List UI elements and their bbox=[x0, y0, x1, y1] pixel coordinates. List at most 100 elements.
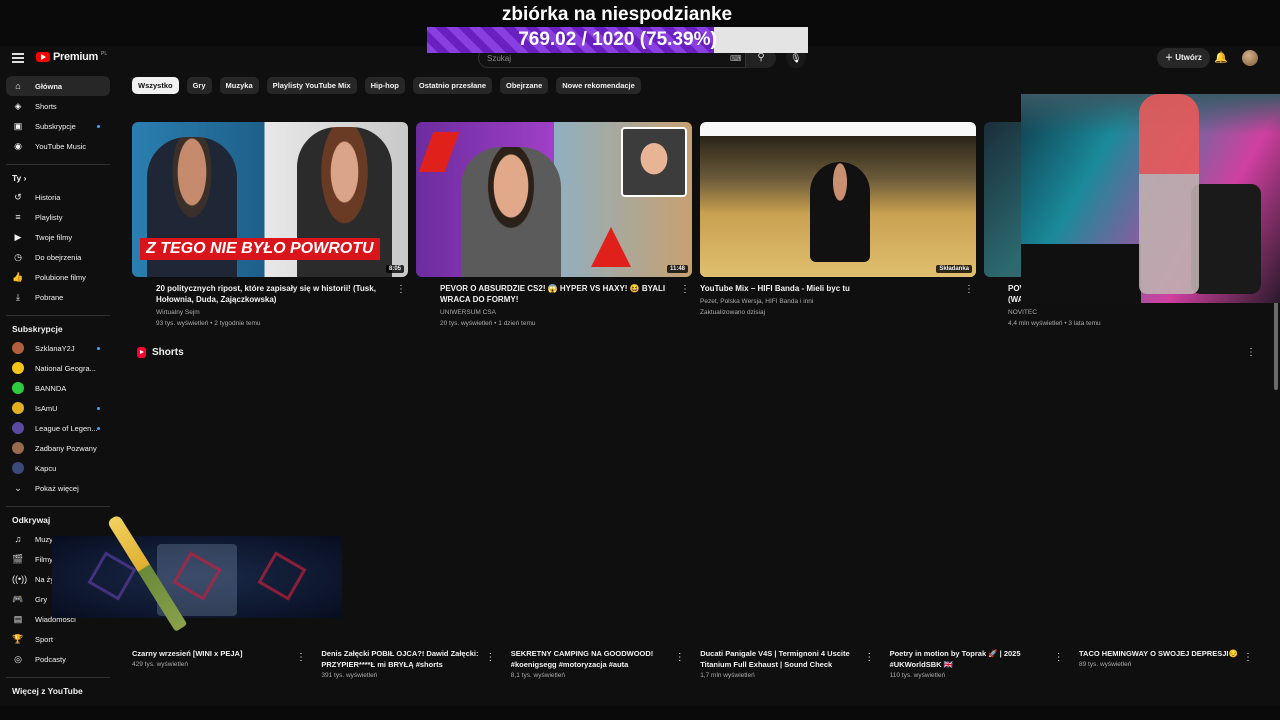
sidebar-item-you[interactable]: ↺ Historia bbox=[6, 187, 110, 207]
sidebar-icon: ⌂ bbox=[15, 81, 21, 91]
donation-goal-progress-bar: 769.02 / 1020 (75.39%) bbox=[427, 27, 808, 53]
short-card[interactable]: Czarny wrzesień [WINI x PEJA] 429 tys. wy… bbox=[132, 648, 312, 668]
more-options-icon[interactable]: ⋮ bbox=[1246, 347, 1256, 358]
youtube-logo[interactable]: Premium PL bbox=[36, 51, 107, 63]
sidebar-icon: 🎮 bbox=[12, 593, 24, 604]
sidebar-item-subs[interactable]: BANNDA bbox=[6, 378, 110, 398]
filter-chip[interactable]: Nowe rekomendacje bbox=[556, 77, 641, 94]
sidebar-item-label: Playlisty bbox=[35, 212, 63, 222]
sidebar-item-label: Sport bbox=[35, 634, 53, 644]
sidebar-item-you[interactable]: ⤓ Pobrane bbox=[6, 287, 110, 307]
sidebar-item-label: National Geogra... bbox=[35, 363, 96, 373]
sidebar-item-explore[interactable]: 🏆 Sport bbox=[6, 629, 110, 649]
filter-chip[interactable]: Gry bbox=[186, 77, 212, 94]
short-card[interactable]: Denis Załęcki POBIŁ OJCA?! Dawid Załęcki… bbox=[321, 648, 501, 679]
sidebar-item-main[interactable]: ⌂ Główna bbox=[6, 76, 110, 96]
new-content-dot bbox=[97, 406, 100, 410]
sidebar-icon: ⤓ bbox=[16, 291, 20, 302]
sidebar-item-main[interactable]: ◈ Shorts bbox=[6, 96, 110, 116]
sidebar-item-subs[interactable]: Zadbany Pozwany bbox=[6, 438, 110, 458]
filter-chip[interactable]: Wszystko bbox=[132, 77, 179, 94]
video-title[interactable]: YouTube Mix – HIFI Banda - Mieli byc tu bbox=[700, 283, 930, 294]
sidebar-item-label: Gry bbox=[35, 594, 48, 604]
short-stats: 89 tys. wyświetleń bbox=[1079, 661, 1132, 668]
filter-chip[interactable]: Playlisty YouTube Mix bbox=[266, 77, 357, 94]
short-title[interactable]: Ducati Panigale V4S | Termignoni 4 Uscit… bbox=[700, 648, 860, 670]
video-channel[interactable]: Pezet, Polska Wersja, HIFI Banda i inni bbox=[700, 296, 976, 307]
short-title[interactable]: Denis Załęcki POBIŁ OJCA?! Dawid Załęcki… bbox=[321, 648, 481, 670]
more-options-icon[interactable]: ⋮ bbox=[485, 652, 495, 663]
short-card[interactable]: Ducati Panigale V4S | Termignoni 4 Uscit… bbox=[700, 648, 880, 679]
donation-goal-text: 769.02 / 1020 (75.39%) bbox=[518, 29, 717, 50]
sidebar-item-subs[interactable]: SzklanaY2J bbox=[6, 338, 110, 358]
short-stats: 391 tys. wyświetleń bbox=[321, 672, 378, 679]
short-title[interactable]: Poetry in motion by Toprak 🚀 | 2025 #UKW… bbox=[890, 648, 1050, 670]
video-card[interactable]: Z TEGO NIE BYŁO POWROTU 8:05 20 politycz… bbox=[132, 122, 408, 329]
short-title[interactable]: Czarny wrzesień [WINI x PEJA] bbox=[132, 648, 292, 659]
more-options-icon[interactable]: ⋮ bbox=[680, 284, 690, 295]
sidebar-item-subs[interactable]: IsAmU bbox=[6, 398, 110, 418]
avatar[interactable] bbox=[1242, 50, 1258, 66]
video-thumbnail[interactable]: 11:48 bbox=[416, 122, 692, 277]
sidebar-heading-you[interactable]: Ty › bbox=[12, 173, 104, 183]
sidebar-item-you[interactable]: ◷ Do obejrzenia bbox=[6, 247, 110, 267]
keyboard-icon[interactable]: ⌨ bbox=[730, 54, 742, 63]
sidebar-divider bbox=[6, 164, 110, 165]
sidebar-item-explore[interactable]: ◎ Podcasty bbox=[6, 649, 110, 669]
show-more-button[interactable]: ⌄ Pokaż więcej bbox=[6, 478, 110, 498]
sidebar-icon: ≡ bbox=[15, 212, 21, 222]
sidebar-item-main[interactable]: ▣ Subskrypcje bbox=[6, 116, 110, 136]
channel-avatar bbox=[12, 342, 24, 354]
more-options-icon[interactable]: ⋮ bbox=[396, 284, 406, 295]
sidebar-item-subs[interactable]: Kapcu bbox=[6, 458, 110, 478]
filter-chips: Wszystko Gry Muzyka Playlisty YouTube Mix Hi… bbox=[132, 77, 641, 94]
sidebar-item-you[interactable]: ▶ Twoje filmy bbox=[6, 227, 110, 247]
sidebar-item-main[interactable]: ◉ YouTube Music bbox=[6, 136, 110, 156]
channel-avatar bbox=[12, 442, 24, 454]
more-options-icon[interactable]: ⋮ bbox=[864, 652, 874, 663]
short-title[interactable]: TACO HEMINGWAY O SWOJEJ DEPRESJI😔 bbox=[1079, 648, 1239, 659]
sidebar-item-label: Do obejrzenia bbox=[35, 252, 82, 262]
video-title[interactable]: PEVOR O ABSURDZIE CS2! 😱 HYPER VS HAXY! … bbox=[440, 283, 670, 305]
mix-card[interactable]: Składanka YouTube Mix – HIFI Banda - Mie… bbox=[700, 122, 976, 318]
sidebar-icon: ((•)) bbox=[12, 574, 28, 584]
short-stats: 429 tys. wyświetleń bbox=[132, 661, 188, 668]
video-channel[interactable]: NOVITEC bbox=[1008, 307, 1260, 318]
case-opening-overlay bbox=[52, 536, 342, 618]
sidebar-icon: ↺ bbox=[14, 191, 22, 202]
short-card[interactable]: SEKRETNY CAMPING NA GOODWOOD! #koenigseg… bbox=[511, 648, 691, 679]
sidebar-item-you[interactable]: 👍 Polubione filmy bbox=[6, 267, 110, 287]
more-options-icon[interactable]: ⋮ bbox=[296, 652, 306, 663]
sidebar-item-subs[interactable]: League of Legen... bbox=[6, 418, 110, 438]
video-channel[interactable]: UNIWERSUM CSA bbox=[440, 307, 692, 318]
short-title[interactable]: SEKRETNY CAMPING NA GOODWOOD! #koenigseg… bbox=[511, 648, 671, 670]
sidebar-item-label: Shorts bbox=[35, 101, 57, 111]
video-thumbnail[interactable]: Z TEGO NIE BYŁO POWROTU 8:05 bbox=[132, 122, 408, 277]
video-card[interactable]: 11:48 PEVOR O ABSURDZIE CS2! 😱 HYPER VS … bbox=[416, 122, 692, 329]
scrollbar[interactable] bbox=[1274, 300, 1278, 390]
more-options-icon[interactable]: ⋮ bbox=[964, 284, 974, 295]
short-stats: 8,1 tys. wyświetleń bbox=[510, 672, 565, 679]
show-more-label: Pokaż więcej bbox=[35, 483, 79, 493]
filter-chip[interactable]: Hip-hop bbox=[364, 77, 405, 94]
more-options-icon[interactable]: ⋮ bbox=[675, 652, 685, 663]
sidebar-item-subs[interactable]: National Geogra... bbox=[6, 358, 110, 378]
short-card[interactable]: TACO HEMINGWAY O SWOJEJ DEPRESJI😔 89 tys.… bbox=[1079, 648, 1259, 668]
filter-chip[interactable]: Obejrzane bbox=[500, 77, 549, 94]
filter-chip[interactable]: Ostatnio przesłane bbox=[412, 77, 492, 94]
menu-icon[interactable] bbox=[12, 53, 24, 63]
create-button[interactable]: ＋ Utwórz bbox=[1157, 48, 1210, 68]
filter-chip[interactable]: Muzyka bbox=[219, 77, 259, 94]
video-thumbnail[interactable]: Składanka bbox=[700, 122, 976, 277]
more-options-icon[interactable]: ⋮ bbox=[1243, 652, 1253, 663]
bell-icon[interactable]: 🔔 bbox=[1214, 51, 1228, 64]
sidebar-item-you[interactable]: ≡ Playlisty bbox=[6, 207, 110, 227]
bottom-strip bbox=[0, 706, 1280, 720]
video-title[interactable]: 20 politycznych ripost, które zapisały s… bbox=[156, 283, 386, 305]
sidebar-icon: ◎ bbox=[14, 653, 22, 664]
short-card[interactable]: Poetry in motion by Toprak 🚀 | 2025 #UKW… bbox=[890, 648, 1070, 679]
sidebar-item-label: Pobrane bbox=[35, 292, 64, 302]
more-options-icon[interactable]: ⋮ bbox=[1054, 652, 1064, 663]
channel-avatar bbox=[12, 402, 24, 414]
video-channel[interactable]: Wirtualny Sejm bbox=[156, 307, 408, 318]
